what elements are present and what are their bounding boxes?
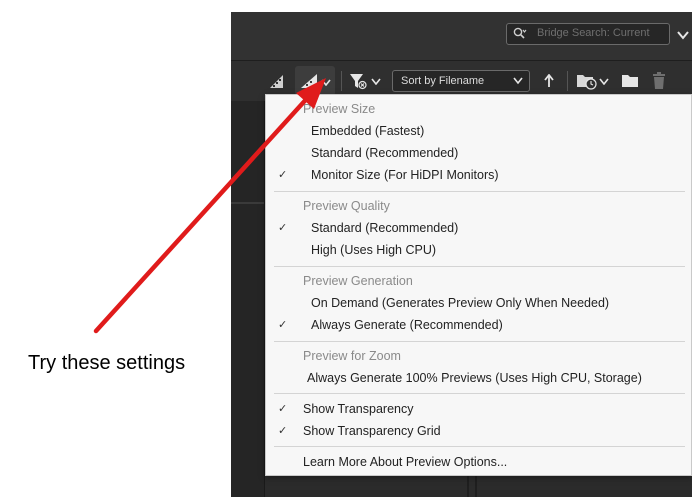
menu-item-on-demand[interactable]: On Demand (Generates Preview Only When N… (266, 292, 691, 314)
menu-item-high-quality[interactable]: High (Uses High CPU) (266, 239, 691, 261)
trash-icon[interactable] (652, 72, 666, 89)
sort-label: Sort by Filename (401, 75, 485, 87)
arrow-up-icon[interactable] (544, 74, 554, 88)
thumbnail-quality-icon[interactable] (268, 73, 284, 89)
search-icon (513, 27, 527, 39)
preview-quality-icon (301, 74, 317, 88)
menu-item-show-transparency[interactable]: ✓ Show Transparency (266, 398, 691, 420)
preview-options-button[interactable] (295, 66, 335, 96)
checkmark-icon: ✓ (278, 319, 288, 331)
checkmark-icon: ✓ (278, 222, 288, 234)
menu-item-standard-size[interactable]: Standard (Recommended) (266, 142, 691, 164)
learn-more-link[interactable]: Learn More About Preview Options... (266, 451, 691, 473)
left-panel (231, 101, 265, 497)
menu-section-header: Preview Generation (303, 274, 413, 288)
menu-item-always-generate[interactable]: ✓ Always Generate (Recommended) (266, 314, 691, 336)
new-folder-icon[interactable] (622, 74, 638, 87)
menu-item-standard-quality[interactable]: ✓ Standard (Recommended) (266, 217, 691, 239)
chevron-down-icon[interactable] (599, 78, 609, 85)
recent-folder-icon[interactable] (576, 72, 598, 90)
filter-icon[interactable] (349, 72, 367, 90)
preview-options-menu: Preview Size Embedded (Fastest) Standard… (265, 94, 692, 476)
top-bar: Bridge Search: Current (231, 12, 692, 61)
menu-separator (274, 393, 685, 394)
chevron-down-icon (321, 79, 331, 86)
menu-separator (274, 191, 685, 192)
search-field[interactable]: Bridge Search: Current (506, 23, 670, 45)
menu-separator (274, 446, 685, 447)
checkmark-icon: ✓ (278, 169, 288, 181)
checkmark-icon: ✓ (278, 425, 288, 437)
menu-section-header: Preview Quality (303, 199, 390, 213)
menu-separator (274, 341, 685, 342)
search-placeholder: Bridge Search: Current (537, 27, 650, 39)
toolbar-divider (567, 71, 568, 91)
menu-item-monitor-size[interactable]: ✓ Monitor Size (For HiDPI Monitors) (266, 164, 691, 186)
menu-section-header: Preview Size (303, 102, 376, 116)
annotation-text: Try these settings (28, 352, 186, 374)
toolbar-divider (341, 71, 342, 91)
checkmark-icon: ✓ (278, 403, 288, 415)
menu-item-generate-100[interactable]: Always Generate 100% Previews (Uses High… (266, 367, 691, 389)
sort-dropdown[interactable]: Sort by Filename (392, 70, 530, 92)
panel-divider (231, 202, 264, 204)
menu-separator (274, 266, 685, 267)
menu-item-embedded[interactable]: Embedded (Fastest) (266, 120, 691, 142)
chevron-down-icon[interactable] (677, 30, 689, 40)
chevron-down-icon[interactable] (371, 78, 381, 85)
menu-item-show-transparency-grid[interactable]: ✓ Show Transparency Grid (266, 420, 691, 442)
chevron-down-icon (513, 77, 523, 85)
menu-section-header: Preview for Zoom (303, 349, 401, 363)
